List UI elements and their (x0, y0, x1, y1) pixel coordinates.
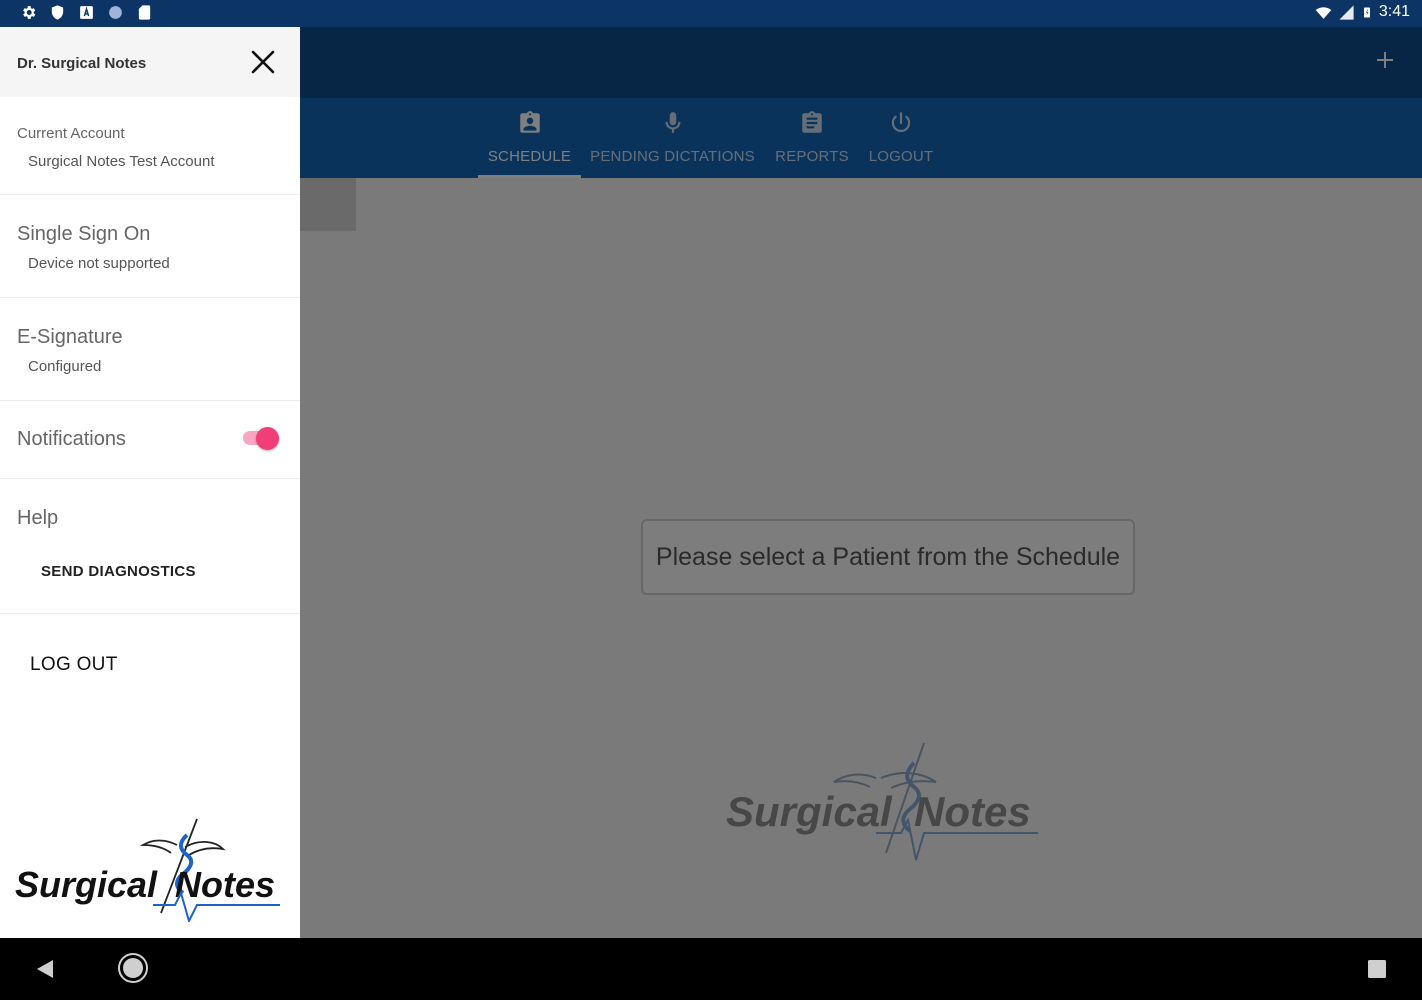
drawer-logo-text-left: Surgical (15, 864, 158, 905)
current-account-value: Surgical Notes Test Account (28, 153, 215, 170)
navigation-drawer: Dr. Surgical Notes Current Account Surgi… (0, 27, 300, 938)
log-out-button[interactable]: LOG OUT (30, 654, 118, 676)
sd-card-icon (138, 5, 151, 20)
recents-icon[interactable] (1367, 959, 1387, 979)
back-icon[interactable] (34, 958, 56, 980)
e-signature-label: E-Signature (17, 326, 123, 348)
toggle-thumb (256, 427, 279, 450)
drawer-header: Dr. Surgical Notes (0, 27, 300, 97)
close-icon[interactable] (248, 47, 278, 77)
settings-icon (23, 6, 36, 19)
notifications-label: Notifications (17, 428, 126, 450)
battery-icon (1363, 7, 1370, 17)
circle-icon (109, 6, 122, 19)
surgical-notes-logo: Surgical Notes (15, 818, 280, 922)
help-label: Help (17, 507, 59, 529)
shield-icon (51, 5, 64, 20)
single-sign-on-status: Device not supported (28, 255, 170, 272)
send-diagnostics-button[interactable]: SEND DIAGNOSTICS (41, 563, 196, 580)
notifications-section: Notifications (0, 401, 300, 479)
e-signature-status: Configured (28, 358, 102, 375)
current-account-section: Current Account Surgical Notes Test Acco… (0, 97, 300, 195)
drawer-user-name: Dr. Surgical Notes (17, 55, 147, 72)
home-icon[interactable] (117, 952, 149, 984)
e-signature-section[interactable]: E-Signature Configured (0, 298, 300, 401)
single-sign-on-label: Single Sign On (17, 223, 151, 245)
single-sign-on-section[interactable]: Single Sign On Device not supported (0, 195, 300, 298)
wifi-icon (1315, 6, 1332, 19)
a-box-icon (80, 6, 93, 19)
current-account-label: Current Account (17, 125, 125, 142)
drawer-logo-text-right: Notes (175, 864, 275, 905)
cell-signal-icon (1339, 4, 1354, 20)
status-bar: 3:41 (0, 0, 1422, 27)
help-section: Help SEND DIAGNOSTICS (0, 479, 300, 614)
clock-time: 3:41 (1378, 3, 1410, 20)
system-nav-bar (0, 938, 1422, 1000)
